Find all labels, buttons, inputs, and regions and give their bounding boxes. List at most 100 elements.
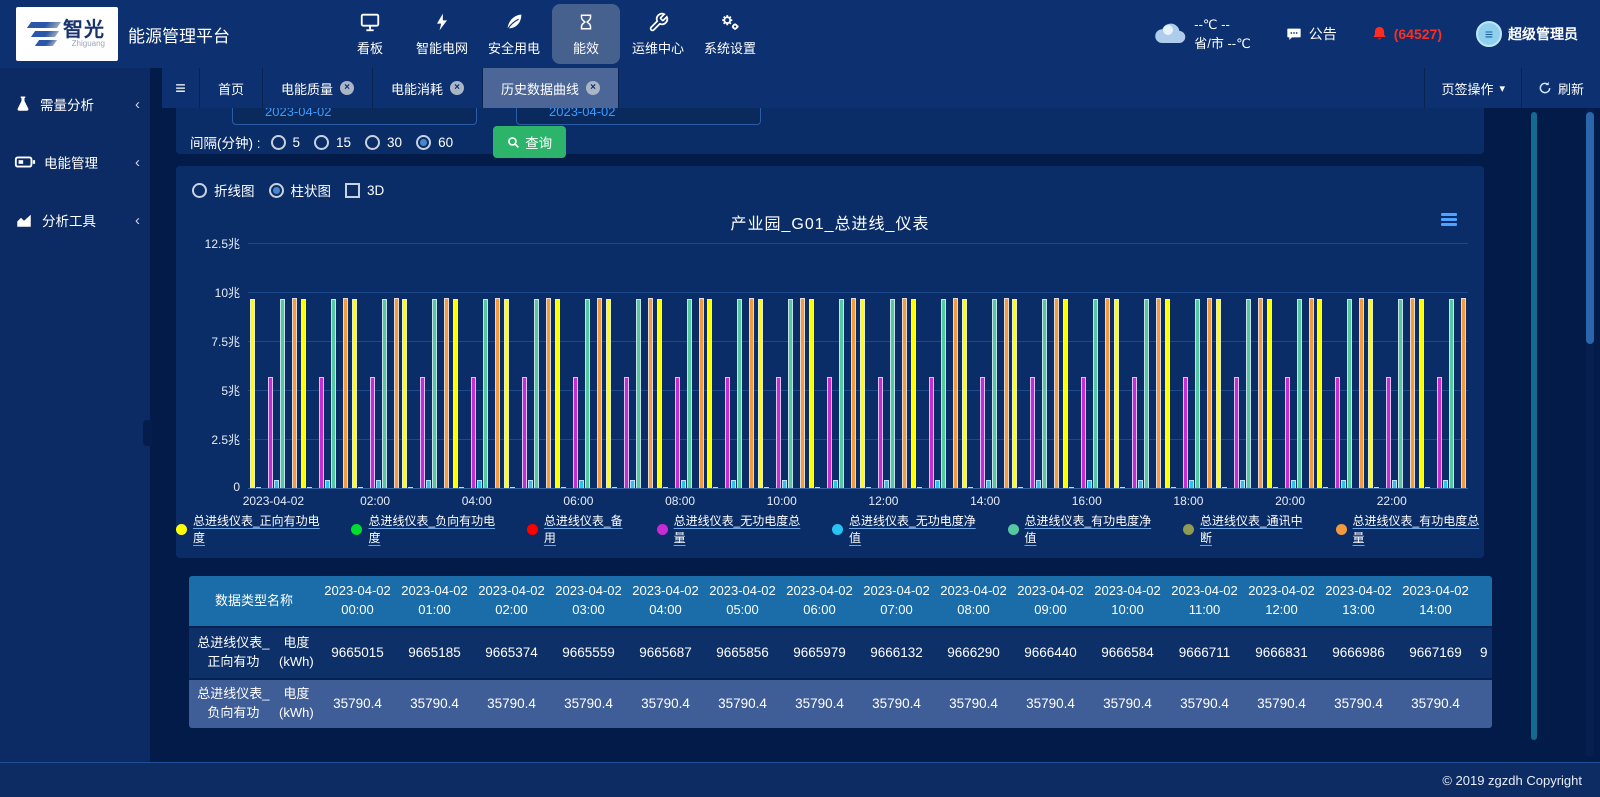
- close-icon[interactable]: ×: [450, 81, 464, 95]
- bar-总进线仪表_无功电度总量[interactable]: [878, 377, 883, 488]
- radio-icon[interactable]: [192, 183, 207, 198]
- bar-总进线仪表_有功电度净值[interactable]: [839, 299, 844, 488]
- bar-总进线仪表_正向有功电度[interactable]: [352, 299, 357, 488]
- bar-总进线仪表_正向有功电度[interactable]: [657, 299, 662, 488]
- legend-item-总进线仪表_正向有功电度[interactable]: 总进线仪表_正向有功电度: [176, 512, 324, 546]
- bar-总进线仪表_无功电度净值[interactable]: [1189, 480, 1194, 488]
- bar-总进线仪表_有功电度净值[interactable]: [1195, 299, 1200, 488]
- bar-总进线仪表_无功电度净值[interactable]: [274, 480, 279, 488]
- chart-context-menu-icon[interactable]: [1438, 210, 1460, 229]
- bar-总进线仪表_有功电度总量[interactable]: [800, 298, 805, 488]
- bar-总进线仪表_有功电度净值[interactable]: [941, 299, 946, 488]
- radio-icon[interactable]: [416, 135, 431, 150]
- bar-总进线仪表_负向有功电度[interactable]: [1323, 487, 1328, 488]
- bar-总进线仪表_无功电度净值[interactable]: [1291, 480, 1296, 488]
- bar-总进线仪表_无功电度总量[interactable]: [319, 377, 324, 488]
- bar-总进线仪表_无功电度总量[interactable]: [624, 377, 629, 488]
- bar-总进线仪表_负向有功电度[interactable]: [358, 487, 363, 488]
- nav-item-系统设置[interactable]: 系统设置: [696, 4, 764, 64]
- logo[interactable]: 智光 Zhiguang: [16, 7, 118, 61]
- bar-总进线仪表_无功电度净值[interactable]: [325, 480, 330, 488]
- legend-item-总进线仪表_有功电度总量[interactable]: 总进线仪表_有功电度总量: [1336, 512, 1484, 546]
- bar-总进线仪表_正向有功电度[interactable]: [1063, 299, 1068, 488]
- bar-总进线仪表_负向有功电度[interactable]: [713, 487, 718, 488]
- bar-总进线仪表_无功电度总量[interactable]: [1285, 377, 1290, 488]
- nav-item-运维中心[interactable]: 运维中心: [624, 4, 692, 64]
- checkbox-icon[interactable]: [345, 183, 360, 198]
- bar-总进线仪表_有功电度总量[interactable]: [292, 298, 297, 488]
- interval-option-5[interactable]: 5: [271, 135, 301, 150]
- bar-总进线仪表_正向有功电度[interactable]: [555, 299, 560, 488]
- bar-总进线仪表_无功电度总量[interactable]: [1234, 377, 1239, 488]
- bar-总进线仪表_无功电度净值[interactable]: [376, 480, 381, 488]
- bar-总进线仪表_无功电度总量[interactable]: [268, 377, 273, 488]
- bar-总进线仪表_无功电度总量[interactable]: [776, 377, 781, 488]
- bar-总进线仪表_无功电度净值[interactable]: [884, 480, 889, 488]
- tab-电能质量[interactable]: 电能质量×: [263, 68, 373, 108]
- bar-总进线仪表_有功电度净值[interactable]: [1246, 299, 1251, 488]
- bar-总进线仪表_有功电度净值[interactable]: [483, 299, 488, 488]
- bar-总进线仪表_正向有功电度[interactable]: [1012, 299, 1017, 488]
- start-date-input[interactable]: 2023-04-02: [232, 108, 477, 125]
- bar-总进线仪表_有功电度总量[interactable]: [444, 298, 449, 488]
- bar-总进线仪表_无功电度净值[interactable]: [681, 480, 686, 488]
- bar-总进线仪表_有功电度净值[interactable]: [1297, 299, 1302, 488]
- bar-总进线仪表_负向有功电度[interactable]: [1374, 487, 1379, 488]
- legend-item-总进线仪表_负向有功电度[interactable]: 总进线仪表_负向有功电度: [351, 512, 499, 546]
- bar-总进线仪表_有功电度净值[interactable]: [687, 299, 692, 488]
- bar-总进线仪表_无功电度总量[interactable]: [573, 377, 578, 488]
- bar-总进线仪表_有功电度总量[interactable]: [1258, 298, 1263, 488]
- bar-总进线仪表_无功电度净值[interactable]: [477, 480, 482, 488]
- notice-button[interactable]: 公告: [1285, 24, 1337, 44]
- nav-item-能效[interactable]: 能效: [552, 4, 620, 64]
- interval-option-30[interactable]: 30: [365, 135, 402, 150]
- bar-总进线仪表_正向有功电度[interactable]: [250, 299, 255, 488]
- bar-总进线仪表_无功电度总量[interactable]: [420, 377, 425, 488]
- bar-总进线仪表_无功电度总量[interactable]: [980, 377, 985, 488]
- bar-总进线仪表_有功电度净值[interactable]: [890, 299, 895, 488]
- bar-总进线仪表_正向有功电度[interactable]: [1216, 299, 1221, 488]
- chart-option-柱状图[interactable]: 柱状图: [269, 180, 332, 200]
- bar-总进线仪表_负向有功电度[interactable]: [256, 487, 261, 488]
- radio-icon[interactable]: [314, 135, 329, 150]
- bar-总进线仪表_有功电度总量[interactable]: [1004, 298, 1009, 488]
- bar-总进线仪表_负向有功电度[interactable]: [1222, 487, 1227, 488]
- bar-总进线仪表_有功电度净值[interactable]: [432, 299, 437, 488]
- bar-总进线仪表_有功电度净值[interactable]: [280, 299, 285, 488]
- bar-总进线仪表_无功电度总量[interactable]: [471, 377, 476, 488]
- bar-总进线仪表_有功电度净值[interactable]: [331, 299, 336, 488]
- bar-总进线仪表_无功电度净值[interactable]: [833, 480, 838, 488]
- bar-总进线仪表_正向有功电度[interactable]: [911, 299, 916, 488]
- page-scrollbar-thumb[interactable]: [1586, 112, 1594, 344]
- tab-operations-dropdown[interactable]: 页签操作 ▾: [1424, 68, 1521, 108]
- bar-总进线仪表_无功电度净值[interactable]: [1036, 480, 1041, 488]
- tab-电能消耗[interactable]: 电能消耗×: [373, 68, 483, 108]
- tab-首页[interactable]: 首页: [200, 68, 263, 108]
- bar-总进线仪表_有功电度净值[interactable]: [1042, 299, 1047, 488]
- bar-总进线仪表_正向有功电度[interactable]: [809, 299, 814, 488]
- content-scrollbar[interactable]: [1531, 112, 1537, 740]
- bar-总进线仪表_有功电度净值[interactable]: [534, 299, 539, 488]
- bar-总进线仪表_负向有功电度[interactable]: [408, 487, 413, 488]
- bar-总进线仪表_无功电度净值[interactable]: [1341, 480, 1346, 488]
- bar-总进线仪表_有功电度净值[interactable]: [585, 299, 590, 488]
- bar-总进线仪表_无功电度总量[interactable]: [1132, 377, 1137, 488]
- bar-总进线仪表_无功电度净值[interactable]: [426, 480, 431, 488]
- sidebar-toggle-icon[interactable]: ≡: [162, 68, 200, 108]
- legend-item-总进线仪表_无功电度净值[interactable]: 总进线仪表_无功电度净值: [832, 512, 980, 546]
- bar-总进线仪表_无功电度净值[interactable]: [630, 480, 635, 488]
- bar-总进线仪表_无功电度总量[interactable]: [1386, 377, 1391, 488]
- bar-总进线仪表_有功电度净值[interactable]: [737, 299, 742, 488]
- bar-总进线仪表_正向有功电度[interactable]: [758, 299, 763, 488]
- bar-总进线仪表_有功电度净值[interactable]: [382, 299, 387, 488]
- bar-总进线仪表_无功电度总量[interactable]: [675, 377, 680, 488]
- page-scrollbar[interactable]: [1586, 108, 1594, 757]
- close-icon[interactable]: ×: [340, 81, 354, 95]
- bar-总进线仪表_负向有功电度[interactable]: [917, 487, 922, 488]
- bar-总进线仪表_有功电度总量[interactable]: [343, 298, 348, 488]
- bar-总进线仪表_负向有功电度[interactable]: [307, 487, 312, 488]
- bar-总进线仪表_无功电度净值[interactable]: [1443, 480, 1448, 488]
- bar-总进线仪表_有功电度净值[interactable]: [1449, 299, 1454, 488]
- bar-总进线仪表_无功电度净值[interactable]: [1087, 480, 1092, 488]
- bar-总进线仪表_负向有功电度[interactable]: [1171, 487, 1176, 488]
